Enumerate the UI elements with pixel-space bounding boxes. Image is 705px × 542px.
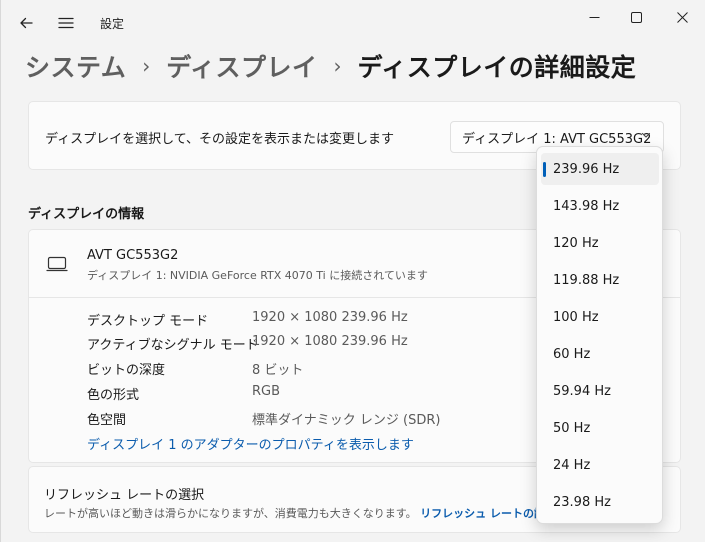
- app-title: 設定: [100, 17, 125, 31]
- refresh-rate-label: 59.94 Hz: [553, 383, 611, 399]
- display-info-heading: ディスプレイの情報: [28, 207, 145, 222]
- property-value: 1920 × 1080 239.96 Hz: [252, 310, 408, 325]
- property-value: 1920 × 1080 239.96 Hz: [252, 334, 408, 349]
- refresh-rate-option[interactable]: 24 Hz: [541, 449, 659, 481]
- property-key: デスクトップ モード: [87, 314, 209, 329]
- back-button[interactable]: [11, 8, 41, 38]
- breadcrumb-item-display[interactable]: ディスプレイ: [166, 48, 317, 84]
- monitor-name: AVT GC553G2: [87, 248, 179, 263]
- display-dropdown-value: ディスプレイ 1: AVT GC553G2: [462, 131, 652, 147]
- property-key: ビットの深度: [87, 363, 166, 378]
- adapter-properties-link[interactable]: ディスプレイ 1 のアダプターのプロパティを表示します: [87, 434, 414, 453]
- refresh-rate-option[interactable]: 143.98 Hz: [541, 190, 659, 222]
- refresh-rate-description: レートが高いほど動きは滑らかになりますが、消費電力も大きくなります。 リフレッシ…: [44, 505, 556, 521]
- refresh-rate-label: 119.88 Hz: [553, 272, 620, 288]
- property-key: 色の形式: [87, 388, 140, 403]
- refresh-rate-option[interactable]: 120 Hz: [541, 227, 659, 259]
- back-arrow-icon: [20, 17, 33, 29]
- refresh-rate-option[interactable]: 100 Hz: [541, 301, 659, 333]
- navigation-menu-button[interactable]: [51, 8, 81, 38]
- breadcrumb: システム › ディスプレイ › ディスプレイの詳細設定: [25, 46, 636, 86]
- refresh-rate-label: 24 Hz: [553, 457, 591, 473]
- maximize-icon: [630, 11, 642, 23]
- property-key: アクティブなシグナル モード: [87, 338, 259, 353]
- title-bar: 設定: [1, 0, 705, 44]
- refresh-rate-label: 239.96 Hz: [553, 161, 620, 177]
- refresh-rate-label: 143.98 Hz: [553, 198, 620, 214]
- refresh-rate-label: 100 Hz: [553, 309, 599, 325]
- breadcrumb-separator: ›: [142, 54, 151, 78]
- display-select-label: ディスプレイを選択して、その設定を表示または変更します: [45, 132, 395, 147]
- refresh-rate-title: リフレッシュ レートの選択: [44, 488, 205, 503]
- refresh-rate-option[interactable]: 60 Hz: [541, 338, 659, 370]
- settings-window: 設定 システム › ディスプレイ › ディスプレイの詳細設定 ディスプレイを選択…: [0, 0, 705, 542]
- breadcrumb-item-system[interactable]: システム: [25, 48, 126, 84]
- hamburger-icon: [58, 17, 74, 29]
- breadcrumb-separator: ›: [333, 54, 342, 78]
- property-value: 8 ビット: [252, 363, 304, 378]
- refresh-rate-label: 120 Hz: [553, 235, 599, 251]
- monitor-connection: ディスプレイ 1: NVIDIA GeForce RTX 4070 Ti に接続…: [87, 269, 428, 282]
- close-button[interactable]: [659, 3, 705, 31]
- chevron-down-icon: [641, 132, 651, 138]
- refresh-rate-option[interactable]: 23.98 Hz: [541, 486, 659, 518]
- property-value: RGB: [252, 384, 281, 399]
- property-value: 標準ダイナミック レンジ (SDR): [252, 413, 441, 428]
- refresh-rate-label: 23.98 Hz: [553, 494, 611, 510]
- monitor-icon: [46, 256, 68, 272]
- minimize-button[interactable]: [571, 3, 617, 31]
- refresh-rate-option[interactable]: 59.94 Hz: [541, 375, 659, 407]
- refresh-rate-dropdown-list: 239.96 Hz 143.98 Hz 120 Hz 119.88 Hz 100…: [536, 146, 663, 524]
- refresh-rate-option[interactable]: 50 Hz: [541, 412, 659, 444]
- refresh-rate-label: 50 Hz: [553, 420, 591, 436]
- refresh-rate-option[interactable]: 119.88 Hz: [541, 264, 659, 296]
- maximize-button[interactable]: [613, 3, 659, 31]
- refresh-rate-label: 60 Hz: [553, 346, 591, 362]
- minimize-icon: [589, 16, 599, 18]
- refresh-rate-description-text: レートが高いほど動きは滑らかになりますが、消費電力も大きくなります。: [44, 507, 417, 520]
- close-icon: [676, 11, 688, 23]
- property-key: 色空間: [87, 413, 127, 428]
- refresh-rate-option[interactable]: 239.96 Hz: [541, 153, 659, 185]
- page-title: ディスプレイの詳細設定: [357, 53, 637, 82]
